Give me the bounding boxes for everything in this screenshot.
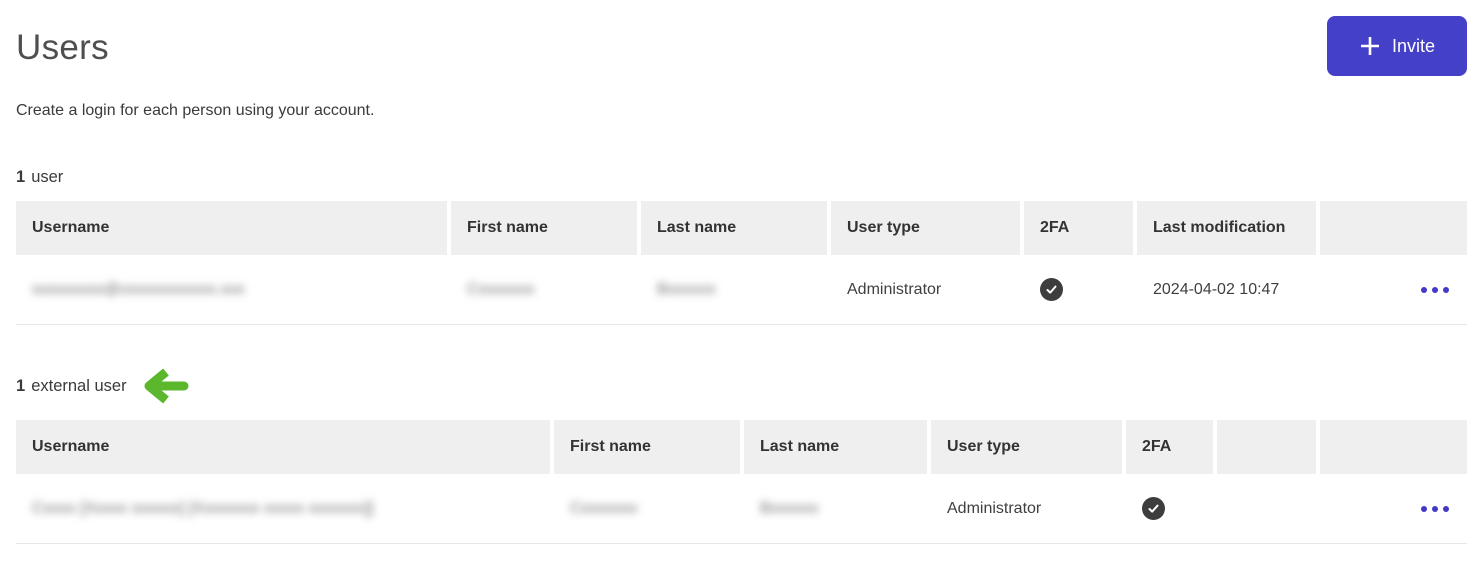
column-header-2fa: 2FA [1024, 201, 1133, 255]
table-row: sxxxxxxxx@xxxxxxxxxxxx.xxx Cxxxxxxx Bxxx… [16, 255, 1467, 325]
column-header-user-type: User type [931, 420, 1122, 474]
column-header-user-type: User type [831, 201, 1020, 255]
external-users-table: Username First name Last name User type … [16, 420, 1467, 544]
column-header-last-modification: Last modification [1137, 201, 1316, 255]
check-circle-icon [1142, 497, 1165, 520]
column-header-empty-1 [1217, 420, 1316, 474]
three-dots-icon[interactable] [1419, 500, 1451, 518]
column-header-first-name: First name [451, 201, 637, 255]
green-left-arrow-icon [139, 365, 189, 407]
table-row: Cxxxx [Xxxxx xxxxxx] [Xxxxxxxx xxxxx xxx… [16, 474, 1467, 544]
last-name-value: Bxxxxxx [760, 499, 819, 517]
page-subtitle: Create a login for each person using you… [16, 102, 375, 119]
username-value: sxxxxxxxx@xxxxxxxxxxxx.xxx [32, 280, 245, 298]
first-name-value: Cxxxxxxx [467, 280, 535, 298]
column-header-last-name: Last name [641, 201, 827, 255]
empty-cell [1217, 474, 1316, 543]
last-modification-value: 2024-04-02 10:47 [1153, 280, 1280, 298]
username-value: Cxxxx [Xxxxx xxxxxx] [Xxxxxxxx xxxxx xxx… [32, 499, 374, 517]
external-users-section-label: 1 external user [16, 365, 1467, 407]
check-circle-icon [1040, 278, 1063, 301]
users-table-header: Username First name Last name User type … [16, 201, 1467, 255]
invite-button[interactable]: Invite [1327, 16, 1467, 76]
user-count: 1 [16, 168, 26, 186]
column-header-username: Username [16, 201, 447, 255]
user-count-label: user [31, 168, 64, 186]
column-header-actions [1320, 201, 1467, 255]
external-user-count-label: external user [31, 376, 127, 395]
column-header-first-name: First name [554, 420, 740, 474]
external-user-count: 1 [16, 376, 26, 395]
column-header-last-name: Last name [744, 420, 927, 474]
user-type-value: Administrator [947, 499, 1042, 517]
users-section-label: 1 user [16, 168, 1467, 187]
page-title: Users [16, 28, 109, 67]
external-users-table-header: Username First name Last name User type … [16, 420, 1467, 474]
invite-button-label: Invite [1391, 35, 1436, 56]
users-table: Username First name Last name User type … [16, 201, 1467, 325]
topbar: Users Invite [0, 0, 1483, 76]
last-name-value: Bxxxxxx [657, 280, 716, 298]
three-dots-icon[interactable] [1419, 281, 1451, 299]
user-type-value: Administrator [847, 280, 942, 298]
plus-icon [1359, 35, 1381, 57]
first-name-value: Cxxxxxxx [570, 499, 638, 517]
column-header-username: Username [16, 420, 550, 474]
column-header-empty-2 [1320, 420, 1467, 474]
column-header-2fa: 2FA [1126, 420, 1213, 474]
